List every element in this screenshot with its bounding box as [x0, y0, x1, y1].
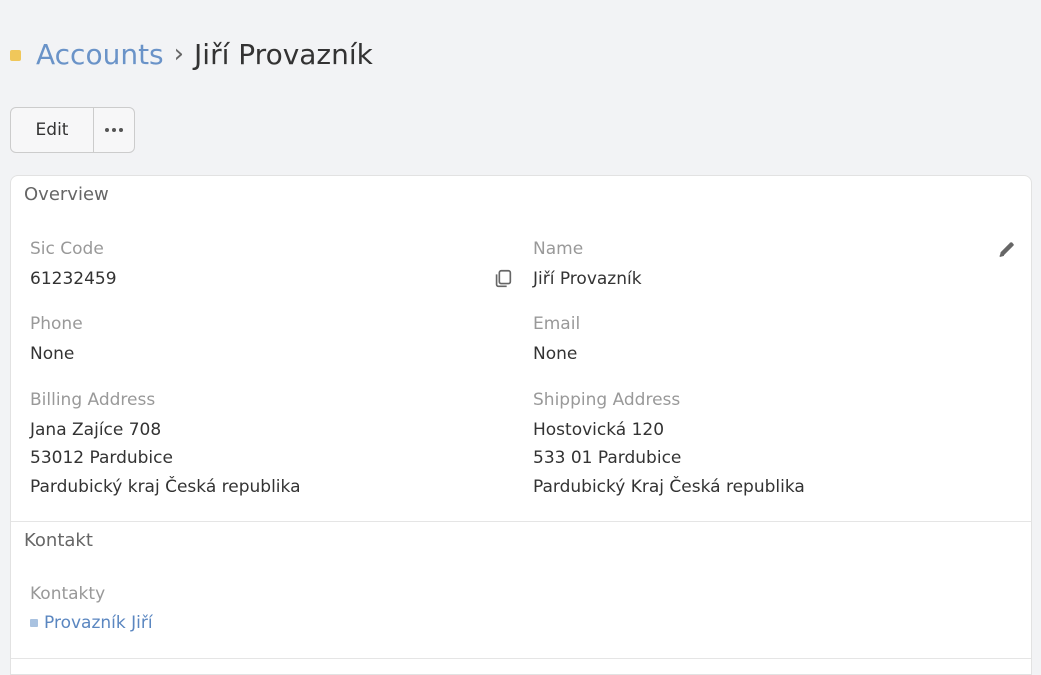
billing-address-line: 53012 Pardubice: [30, 448, 173, 468]
edit-button[interactable]: Edit: [11, 108, 94, 152]
more-horizontal-icon: [105, 128, 123, 132]
contact-link-label: Provazník Jiří: [44, 613, 153, 633]
contact-marker-icon: [30, 619, 38, 627]
page-title: Jiří Provazník: [194, 37, 373, 71]
kontakt-section-title: Kontakt: [24, 530, 93, 551]
billing-address-line: Jana Zajíce 708: [30, 420, 162, 440]
breadcrumb-separator: ›: [173, 39, 185, 69]
action-button-group: Edit: [10, 107, 135, 153]
overview-section-title: Overview: [24, 184, 109, 205]
pencil-icon[interactable]: [996, 238, 1018, 260]
phone-value: None: [30, 344, 75, 364]
shipping-address-label: Shipping Address: [533, 390, 681, 410]
sic-code-label: Sic Code: [30, 239, 104, 259]
sic-code-value: 61232459: [30, 269, 117, 289]
billing-address-label: Billing Address: [30, 390, 156, 410]
name-label: Name: [533, 239, 584, 259]
copy-icon[interactable]: [492, 268, 514, 290]
contact-link[interactable]: Provazník Jiří: [30, 613, 153, 633]
name-value: Jiří Provazník: [533, 269, 642, 289]
record-panel: Overview Sic Code 61232459 Name Jiří Pro…: [10, 175, 1032, 675]
section-divider: [11, 658, 1031, 659]
email-value: None: [533, 344, 578, 364]
shipping-address-line: Pardubický Kraj Česká republika: [533, 477, 805, 497]
kontakty-label: Kontakty: [30, 584, 106, 604]
email-label: Email: [533, 314, 581, 334]
section-divider: [11, 521, 1031, 522]
breadcrumb-accounts-link[interactable]: Accounts: [36, 38, 164, 71]
shipping-address-line: 533 01 Pardubice: [533, 448, 682, 468]
breadcrumb: Accounts › Jiří Provazník: [10, 34, 373, 74]
shipping-address-line: Hostovická 120: [533, 420, 665, 440]
billing-address-line: Pardubický kraj Česká republika: [30, 477, 301, 497]
more-actions-button[interactable]: [94, 108, 134, 152]
phone-label: Phone: [30, 314, 83, 334]
breadcrumb-marker-icon: [10, 49, 21, 61]
